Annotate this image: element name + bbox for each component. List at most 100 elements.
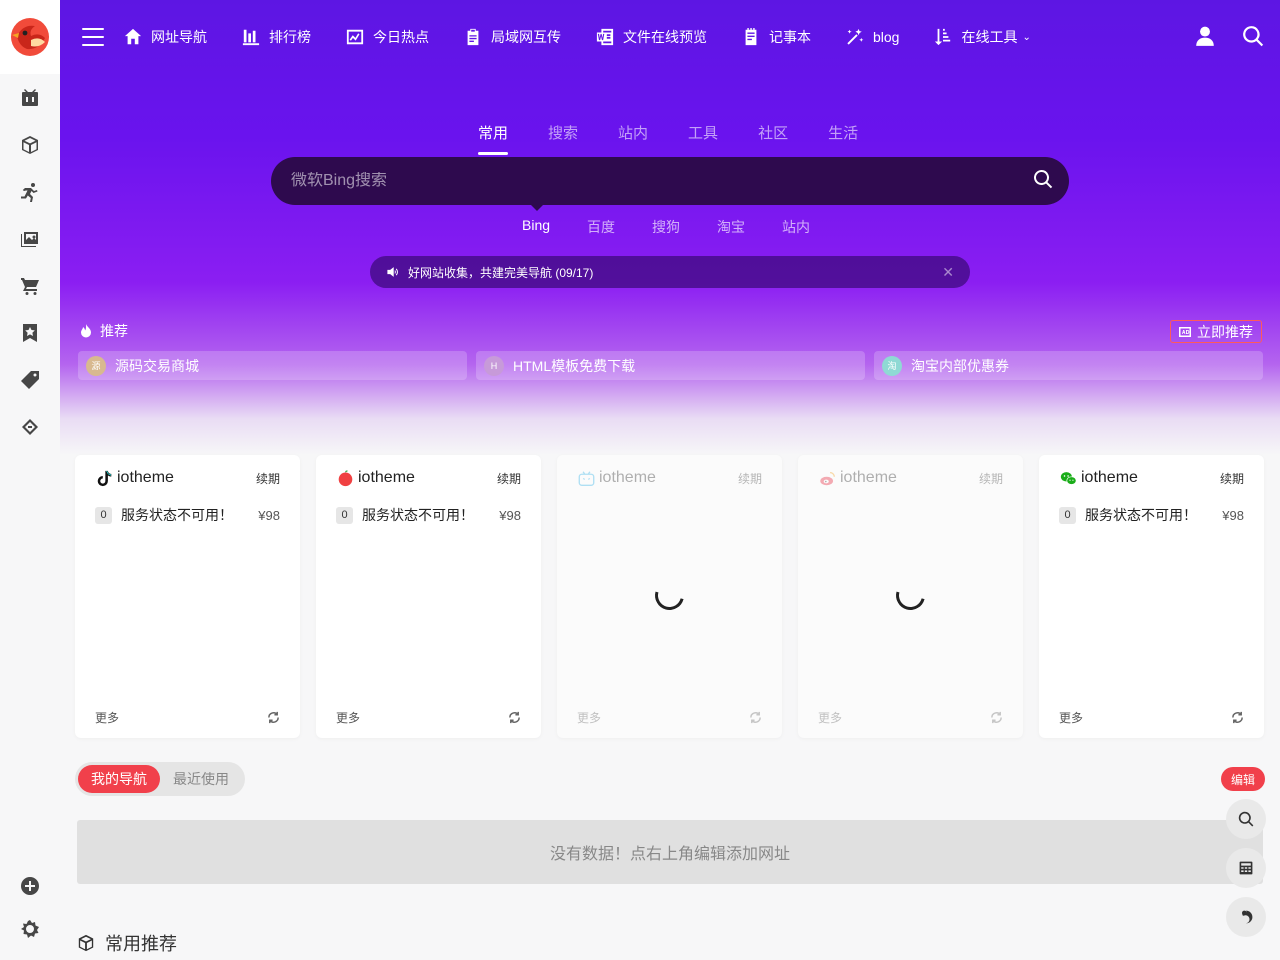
tab-common[interactable]: 常用 xyxy=(478,122,509,155)
recommend-item[interactable]: 源 源码交易商城 xyxy=(78,351,467,380)
rank-badge: 0 xyxy=(95,506,112,524)
menu-toggle-icon[interactable] xyxy=(82,28,104,46)
site-avatar: 淘 xyxy=(882,355,902,376)
recommend-item[interactable]: H HTML模板免费下载 xyxy=(476,351,865,380)
nav-label: 记事本 xyxy=(769,29,811,45)
bird-logo-icon xyxy=(11,18,49,56)
more-link[interactable]: 更多 xyxy=(818,709,842,726)
refresh-icon[interactable] xyxy=(267,711,280,724)
more-link[interactable]: 更多 xyxy=(577,709,601,726)
refresh-icon[interactable] xyxy=(1231,711,1244,724)
renew-link[interactable]: 续期 xyxy=(256,470,280,487)
sidebar-item-resources[interactable] xyxy=(0,121,60,168)
announcement-bar[interactable]: 好网站收集，共建完美导航 (09/17) ✕ xyxy=(370,256,970,288)
tab-recent[interactable]: 最近使用 xyxy=(160,765,242,793)
tiktok-icon xyxy=(97,470,111,486)
nav-item-blog[interactable]: blog xyxy=(846,28,899,46)
item-text: 服务状态不可用！ xyxy=(1085,507,1197,523)
float-theme-button[interactable] xyxy=(1226,897,1266,937)
home-icon xyxy=(124,28,142,45)
list-item[interactable]: 0 服务状态不可用！ ¥98 xyxy=(95,505,280,525)
tab-tools[interactable]: 工具 xyxy=(688,122,718,153)
hot-card-wechat: iotheme 续期 0 服务状态不可用！ ¥98 更多 xyxy=(1039,455,1264,738)
settings-icon xyxy=(21,920,39,938)
sidebar-item-favorites[interactable] xyxy=(0,309,60,356)
renew-link[interactable]: 续期 xyxy=(979,470,1003,487)
renew-link[interactable]: 续期 xyxy=(738,470,762,487)
price-label: ¥98 xyxy=(258,507,280,523)
nav-item-tools[interactable]: 在线工具 ⌄ xyxy=(934,27,1031,47)
more-link[interactable]: 更多 xyxy=(336,709,360,726)
engine-sogou[interactable]: 搜狗 xyxy=(652,217,680,237)
refresh-icon[interactable] xyxy=(749,711,762,724)
float-search-button[interactable] xyxy=(1226,799,1266,839)
sidebar-item-partners[interactable] xyxy=(0,403,60,450)
price-label: ¥98 xyxy=(499,507,521,523)
sidebar-item-shop[interactable] xyxy=(0,262,60,309)
sidebar-item-images[interactable] xyxy=(0,215,60,262)
more-link[interactable]: 更多 xyxy=(95,709,119,726)
engine-taobao[interactable]: 淘宝 xyxy=(717,217,745,237)
card-title: iotheme xyxy=(117,469,174,486)
card-title: iotheme xyxy=(1081,469,1138,486)
refresh-icon[interactable] xyxy=(990,711,1003,724)
tab-my-nav[interactable]: 我的导航 xyxy=(78,765,160,793)
search-bar xyxy=(271,157,1069,205)
engine-baidu[interactable]: 百度 xyxy=(587,217,615,237)
sidebar-item-sports[interactable] xyxy=(0,168,60,215)
user-icon[interactable] xyxy=(1194,25,1216,47)
nav-item-notepad[interactable]: 记事本 xyxy=(742,27,811,47)
search-submit-button[interactable] xyxy=(1033,169,1057,193)
sidebar-item-video[interactable] xyxy=(0,74,60,121)
price-label: ¥98 xyxy=(1222,507,1244,523)
runner-icon xyxy=(21,182,38,202)
nav-label: 局域网互传 xyxy=(491,29,561,45)
search-category-tabs: 常用 搜索 站内 工具 社区 生活 xyxy=(478,122,858,155)
search-icon[interactable] xyxy=(1242,25,1264,47)
trend-icon xyxy=(346,29,364,45)
notepad-icon xyxy=(745,28,757,46)
close-icon[interactable]: ✕ xyxy=(942,264,954,281)
site-logo[interactable] xyxy=(0,0,60,74)
card-title: iotheme xyxy=(599,469,656,486)
wand-icon xyxy=(847,28,864,45)
tab-onsite[interactable]: 站内 xyxy=(618,122,648,153)
nav-item-lan-transfer[interactable]: 局域网互传 xyxy=(464,27,561,47)
nav-label: blog xyxy=(873,29,900,45)
sidebar-item-deals[interactable] xyxy=(0,356,60,403)
nav-item-ranking[interactable]: 排行榜 xyxy=(242,27,311,47)
search-engine-list: Bing 百度 搜狗 淘宝 站内 xyxy=(522,217,810,237)
list-item[interactable]: 0 服务状态不可用！ ¥98 xyxy=(1059,505,1244,525)
calculator-icon xyxy=(1239,861,1253,875)
nav-item-directory[interactable]: 网址导航 xyxy=(124,27,207,47)
list-item[interactable]: 0 服务状态不可用！ ¥98 xyxy=(336,505,521,525)
about-button[interactable] xyxy=(20,919,40,944)
engine-onsite[interactable]: 站内 xyxy=(782,217,810,237)
hot-list-cards: iotheme 续期 0 服务状态不可用！ ¥98 更多 iotheme 续期 … xyxy=(75,455,1264,738)
item-text: 服务状态不可用！ xyxy=(362,507,474,523)
nav-label: 今日热点 xyxy=(373,29,429,45)
hot-card-weibo: iotheme 续期 更多 xyxy=(798,455,1023,738)
cube-icon xyxy=(22,135,38,154)
nav-item-hot[interactable]: 今日热点 xyxy=(346,27,429,47)
renew-link[interactable]: 续期 xyxy=(1220,470,1244,487)
tab-community[interactable]: 社区 xyxy=(758,122,788,153)
hot-card-toutiao: iotheme 续期 0 服务状态不可用！ ¥98 更多 xyxy=(316,455,541,738)
nav-label: 网址导航 xyxy=(151,29,207,45)
search-input[interactable] xyxy=(291,172,1011,190)
hot-card-bilibili: iotheme 续期 更多 xyxy=(557,455,782,738)
tab-life[interactable]: 生活 xyxy=(828,122,858,153)
bar-chart-icon xyxy=(242,29,260,46)
more-link[interactable]: 更多 xyxy=(1059,709,1083,726)
recommend-now-button[interactable]: 立即推荐 xyxy=(1170,320,1262,343)
renew-link[interactable]: 续期 xyxy=(497,470,521,487)
recommend-item[interactable]: 淘 淘宝内部优惠券 xyxy=(874,351,1263,380)
refresh-icon[interactable] xyxy=(508,711,521,724)
tab-search[interactable]: 搜索 xyxy=(548,122,578,153)
nav-item-file-preview[interactable]: 文件在线预览 xyxy=(596,27,707,47)
clipboard-icon xyxy=(467,28,479,46)
float-calculator-button[interactable] xyxy=(1226,848,1266,888)
engine-bing[interactable]: Bing xyxy=(522,217,550,237)
edit-button[interactable]: 编辑 xyxy=(1221,767,1265,791)
add-site-button[interactable] xyxy=(20,876,40,901)
